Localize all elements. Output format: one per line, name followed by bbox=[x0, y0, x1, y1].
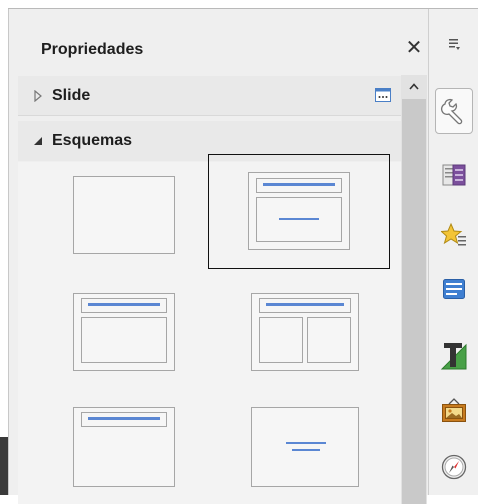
layout-title-content-frame[interactable] bbox=[64, 284, 184, 374]
sidebar-deck: Propriedades ✕ Slide Esquemas bbox=[8, 9, 428, 504]
panel-header-slide[interactable]: Slide bbox=[18, 76, 401, 116]
workspace-dark-edge bbox=[0, 437, 8, 495]
sidebar-tab-bar bbox=[428, 9, 478, 495]
tab-properties[interactable] bbox=[435, 88, 473, 134]
panel-label-esquemas: Esquemas bbox=[52, 132, 133, 149]
tab-master-slides[interactable] bbox=[435, 156, 473, 194]
layout-title-content[interactable] bbox=[208, 154, 390, 269]
layout-thumbnail bbox=[73, 176, 175, 254]
expand-triangle-icon bbox=[30, 88, 46, 104]
more-options-icon[interactable] bbox=[375, 88, 391, 102]
properties-wrench-icon bbox=[441, 98, 463, 125]
navigator-compass-icon bbox=[441, 454, 467, 480]
workspace-edge bbox=[0, 0, 8, 495]
vertical-scrollbar[interactable] bbox=[401, 75, 427, 504]
layout-thumbnail bbox=[251, 293, 359, 371]
tab-gallery[interactable] bbox=[435, 391, 473, 429]
tab-navigator[interactable] bbox=[435, 448, 473, 486]
tab-styles[interactable] bbox=[435, 336, 473, 374]
animation-star-icon bbox=[441, 222, 466, 246]
slide-transition-icon bbox=[443, 279, 465, 299]
scrollbar-thumb[interactable] bbox=[402, 99, 426, 504]
sidebar-menu-button[interactable] bbox=[435, 29, 473, 59]
panel-label-slide: Slide bbox=[52, 86, 91, 104]
scroll-up-arrow-icon[interactable] bbox=[401, 75, 427, 97]
layout-blank[interactable] bbox=[64, 168, 184, 256]
deck-title: Propriedades bbox=[41, 41, 144, 58]
layouts-grid bbox=[18, 154, 401, 504]
layout-title-only[interactable] bbox=[64, 398, 184, 493]
gallery-image-icon bbox=[442, 398, 466, 422]
tab-animation[interactable] bbox=[435, 216, 473, 254]
layout-thumbnail bbox=[251, 407, 359, 487]
layout-centered-text[interactable] bbox=[251, 398, 371, 493]
layout-title-two-columns[interactable] bbox=[251, 284, 371, 374]
close-deck-button[interactable]: ✕ bbox=[403, 37, 425, 59]
master-slides-icon bbox=[442, 164, 466, 186]
styles-fontwork-icon bbox=[440, 343, 467, 370]
layout-thumbnail bbox=[248, 172, 350, 250]
collapse-triangle-icon bbox=[30, 133, 46, 149]
tab-slide-transition[interactable] bbox=[435, 270, 473, 308]
layout-thumbnail bbox=[73, 293, 175, 371]
window-top-edge bbox=[0, 0, 478, 9]
layout-thumbnail bbox=[73, 407, 175, 487]
menu-lines-icon bbox=[449, 39, 460, 50]
